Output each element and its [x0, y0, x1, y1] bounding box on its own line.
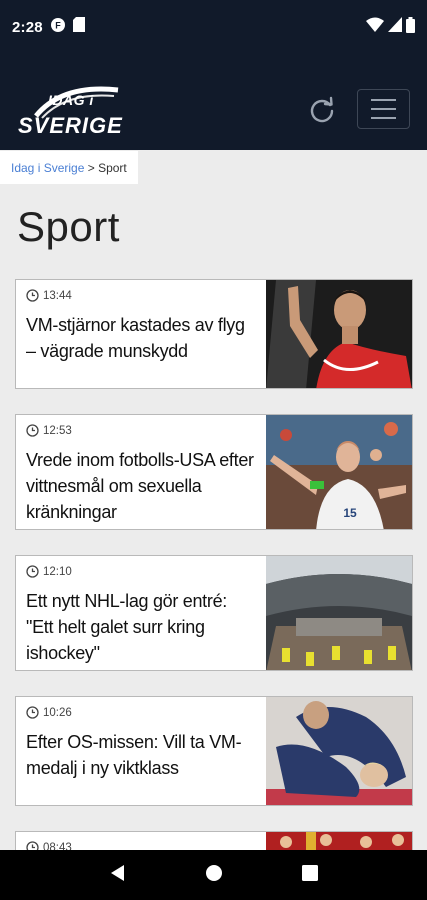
logo-top-text: IDAG i — [48, 92, 94, 108]
page-title: Sport — [17, 203, 120, 250]
article-card[interactable]: 12:53 Vrede inom fotbolls-USA efter vitt… — [15, 414, 413, 530]
notification-app-icon: F — [50, 17, 66, 38]
breadcrumb-current: Sport — [98, 160, 127, 175]
article-card[interactable]: 12:10 Ett nytt NHL-lag gör entré: "Ett h… — [15, 555, 413, 671]
svg-text:F: F — [55, 20, 61, 30]
cell-signal-icon — [388, 17, 402, 37]
home-circle-icon — [206, 864, 223, 881]
system-nav-bar — [0, 850, 427, 900]
recents-button[interactable] — [301, 864, 318, 886]
breadcrumb-separator: > — [84, 160, 99, 175]
back-button[interactable] — [109, 864, 127, 887]
menu-button[interactable] — [357, 89, 410, 129]
breadcrumb-home-link[interactable]: Idag i Sverige — [11, 161, 84, 175]
wrestler-photo — [266, 280, 412, 388]
status-bar: 2:28 F — [0, 0, 427, 54]
clock-icon — [26, 289, 39, 302]
soccer-player-photo: 15 — [266, 415, 412, 529]
article-title[interactable]: Vrede inom fotbolls-USA efter vittnesmål… — [26, 447, 256, 525]
recents-square-icon — [301, 864, 318, 881]
hamburger-menu-icon — [371, 99, 396, 101]
clock-icon — [26, 706, 39, 719]
article-time: 12:53 — [43, 424, 72, 437]
refresh-button[interactable] — [305, 93, 339, 127]
article-title[interactable]: VM-stjärnor kastades av flyg – vägrade m… — [26, 312, 256, 364]
article-card[interactable]: 13:44 VM-stjärnor kastades av flyg – väg… — [15, 279, 413, 389]
article-time: 13:44 — [43, 289, 72, 302]
article-time: 10:26 — [43, 706, 72, 719]
article-thumbnail[interactable] — [266, 556, 412, 670]
refresh-icon — [310, 96, 334, 123]
sd-card-icon — [72, 17, 85, 37]
article-thumbnail[interactable]: 15 — [266, 415, 412, 529]
article-thumbnail[interactable] — [266, 697, 412, 805]
article-title[interactable]: Ett nytt NHL-lag gör entré: "Ett helt ga… — [26, 588, 256, 666]
wrestling-match-photo — [266, 697, 412, 805]
article-card[interactable]: 10:26 Efter OS-missen: Vill ta VM-medalj… — [15, 696, 413, 806]
article-title[interactable]: Efter OS-missen: Vill ta VM-medalj i ny … — [26, 729, 256, 781]
clock-icon — [26, 565, 39, 578]
arena-photo — [266, 556, 412, 670]
article-time: 12:10 — [43, 565, 72, 578]
breadcrumb: Idag i Sverige > Sport — [0, 151, 138, 184]
article-thumbnail[interactable] — [266, 280, 412, 388]
clock-icon — [26, 424, 39, 437]
article-list: 13:44 VM-stjärnor kastades av flyg – väg… — [15, 279, 413, 896]
logo-bottom-text: SVERIGE — [18, 113, 123, 138]
app-header: IDAG i SVERIGE — [0, 54, 427, 150]
svg-text:15: 15 — [343, 506, 357, 520]
battery-icon — [406, 16, 415, 38]
wifi-icon — [366, 17, 384, 37]
back-triangle-icon — [111, 864, 125, 881]
home-button[interactable] — [205, 864, 223, 887]
site-logo[interactable]: IDAG i SVERIGE — [18, 82, 130, 138]
status-time: 2:28 — [12, 18, 43, 36]
